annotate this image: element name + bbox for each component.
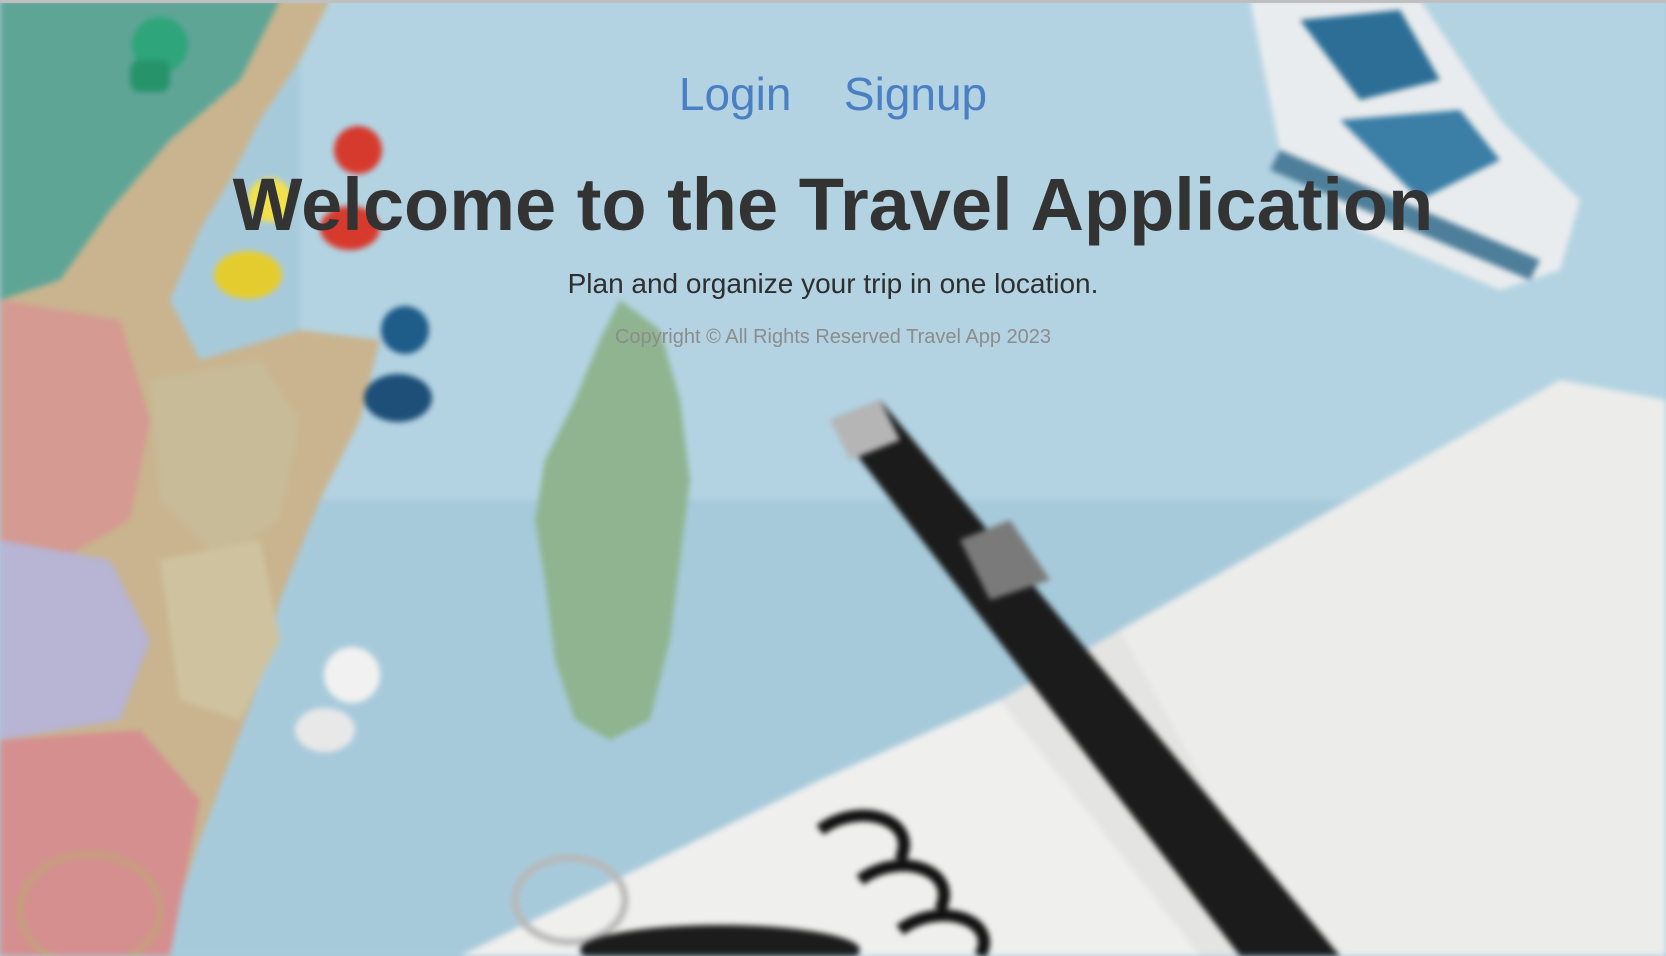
page-title: Welcome to the Travel Application [232,163,1434,246]
login-link[interactable]: Login [679,66,792,122]
copyright-text: Copyright © All Rights Reserved Travel A… [614,326,1052,348]
top-border [0,0,1666,3]
top-nav: Login Signup [0,66,1666,122]
landing-page: Login Signup Welcome to the Travel Appli… [0,0,1666,956]
hero-section: Login Signup Welcome to the Travel Appli… [0,0,1666,956]
page-subtitle: Plan and organize your trip in one locat… [567,268,1099,299]
signup-link[interactable]: Signup [844,66,987,122]
